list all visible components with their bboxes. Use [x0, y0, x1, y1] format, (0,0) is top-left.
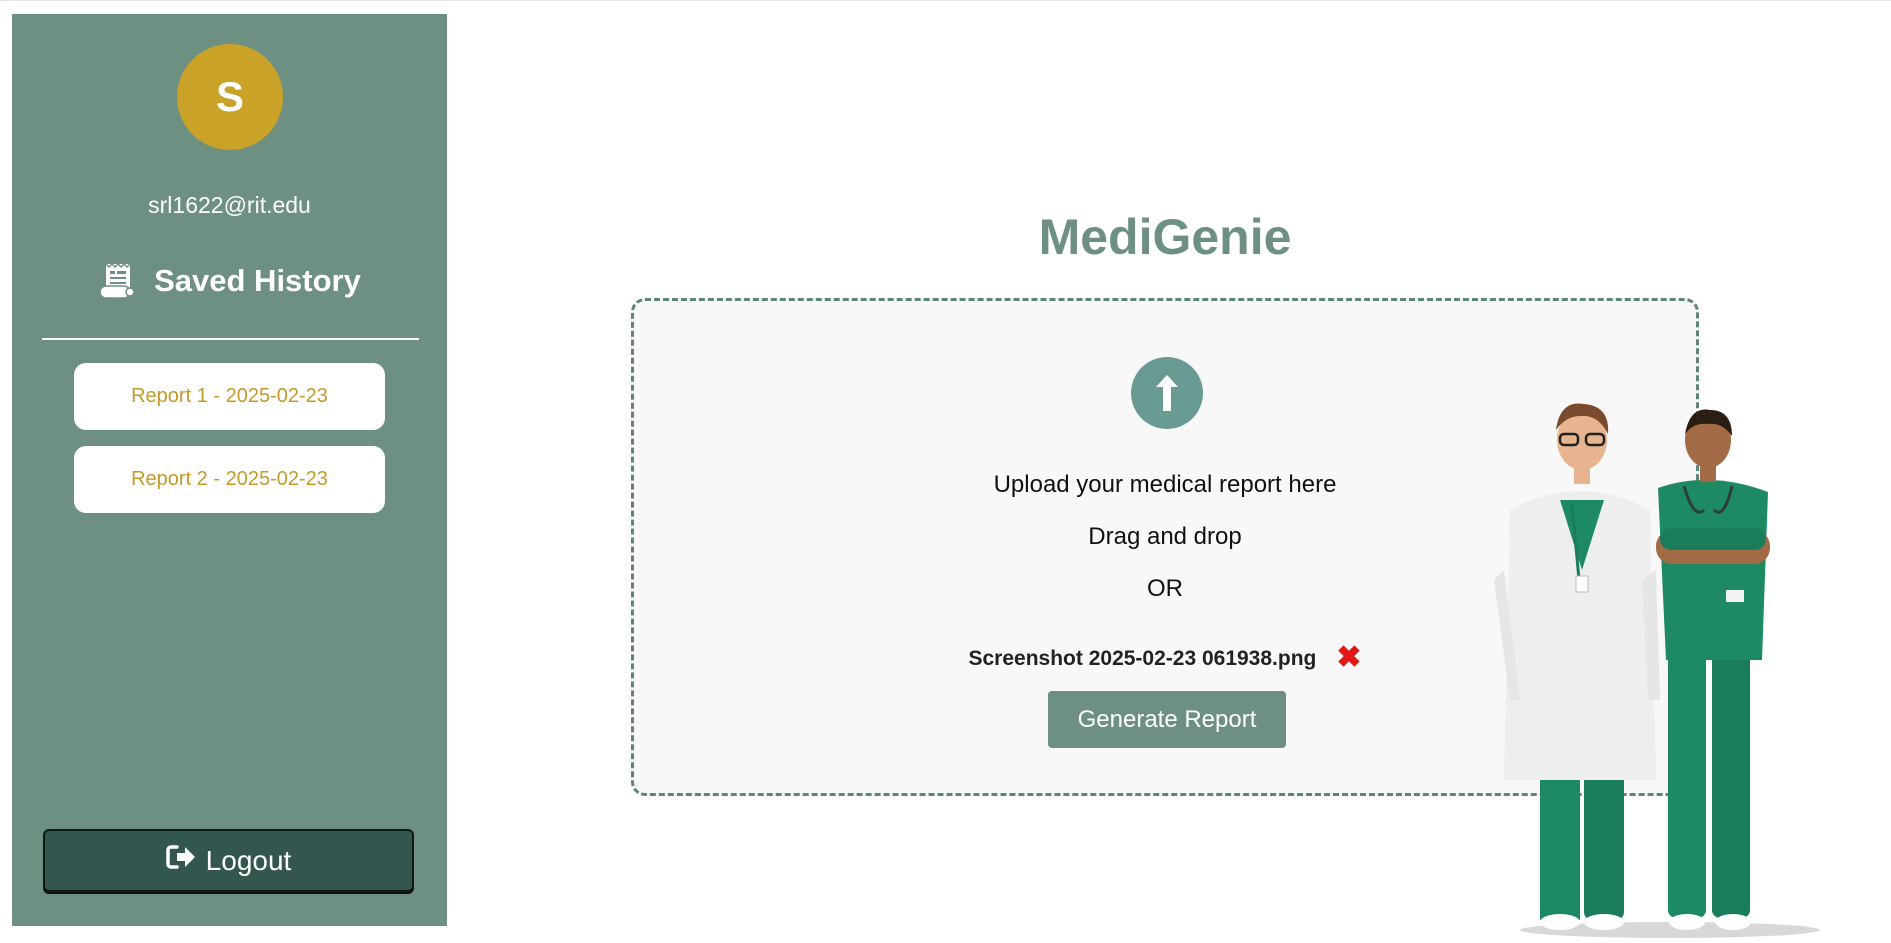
receipt-scroll-icon	[98, 262, 136, 300]
history-item-report-2[interactable]: Report 2 - 2025-02-23	[74, 446, 385, 513]
selected-file-name: Screenshot 2025-02-23 061938.png	[968, 647, 1317, 670]
sidebar: S srl1622@rit.edu Saved History Report 1…	[12, 14, 447, 926]
doctors-illustration	[1494, 403, 1820, 938]
saved-history-title: Saved History	[154, 263, 361, 298]
top-border	[0, 0, 1891, 1]
avatar[interactable]: S	[177, 44, 283, 150]
logout-label: Logout	[205, 844, 292, 876]
upload-arrow-icon[interactable]	[1131, 357, 1203, 429]
user-email: srl1622@rit.edu	[148, 192, 311, 218]
history-item-report-1[interactable]: Report 1 - 2025-02-23	[74, 363, 385, 430]
generate-report-button[interactable]: Generate Report	[1048, 691, 1286, 748]
sidebar-divider	[42, 338, 419, 340]
nurse-figure	[1656, 409, 1770, 930]
app-title: MediGenie	[1038, 209, 1292, 265]
close-x-icon[interactable]: ✖	[1336, 643, 1361, 673]
saved-history-header: Saved History	[12, 262, 447, 300]
sign-out-icon	[165, 844, 196, 877]
doctor-figure	[1494, 403, 1660, 930]
logout-button[interactable]: Logout	[43, 829, 414, 892]
